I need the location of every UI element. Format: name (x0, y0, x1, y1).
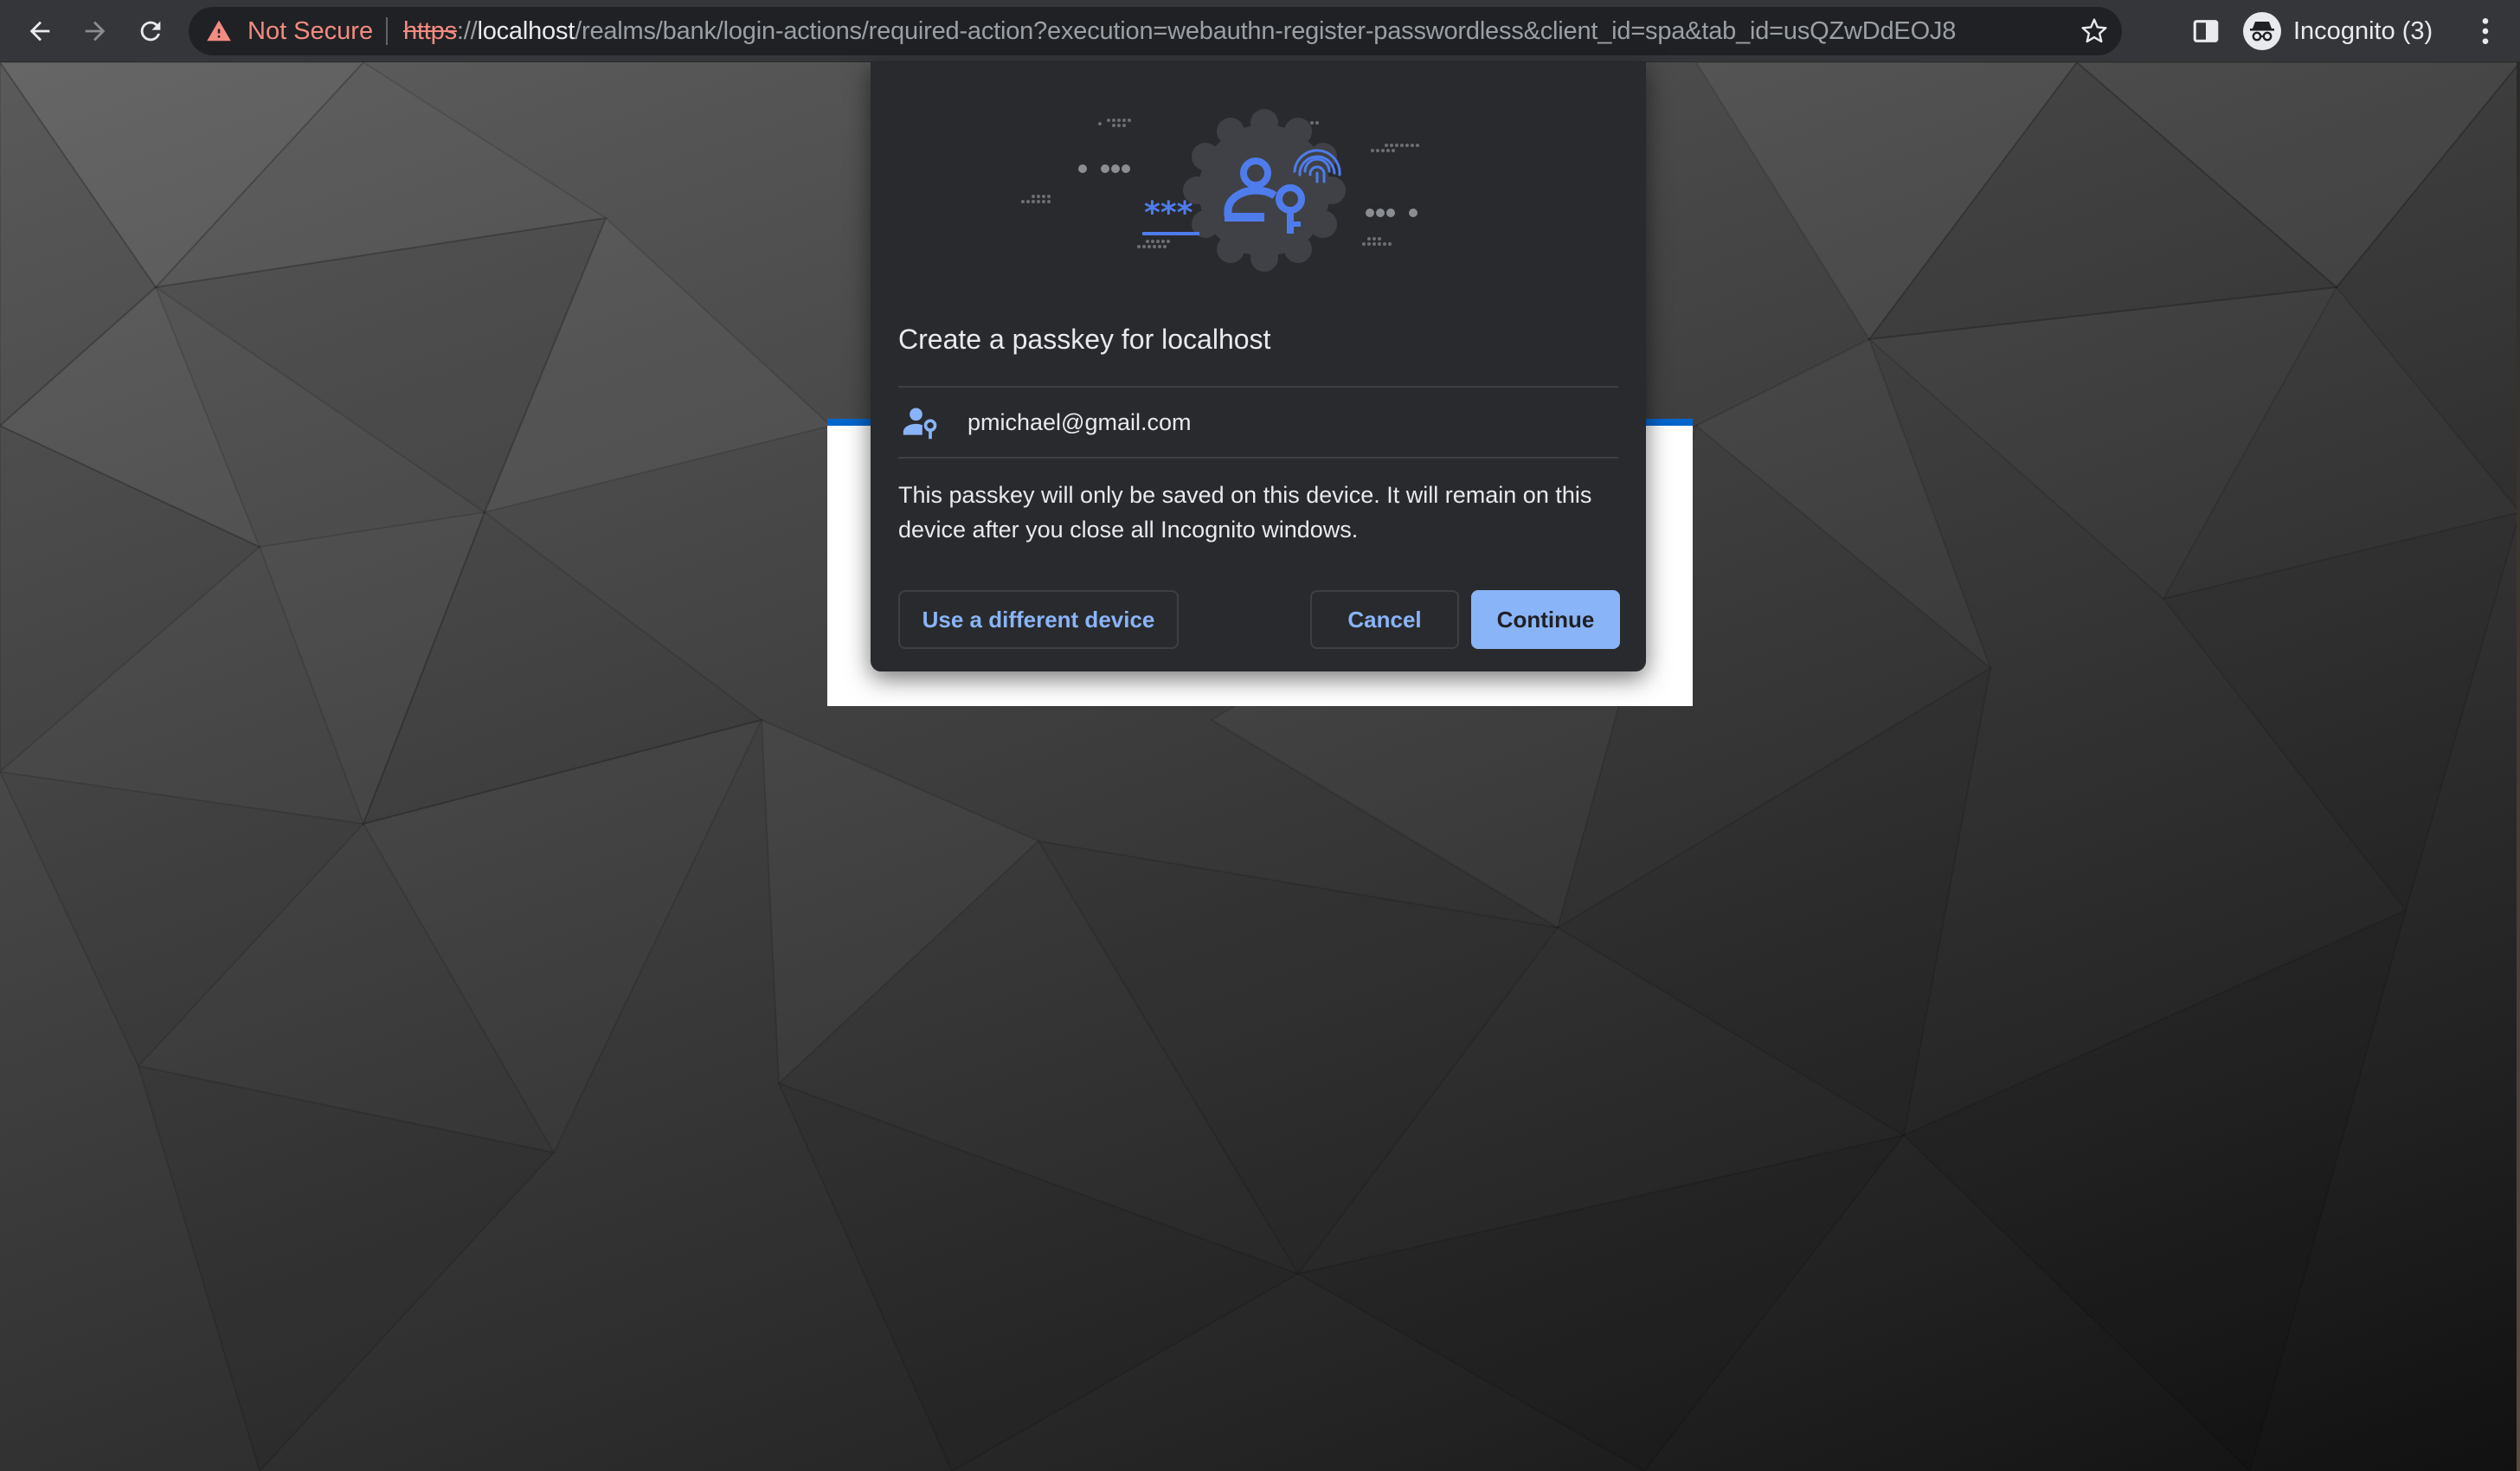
url-text[interactable]: https://localhost/realms/bank/login-acti… (403, 18, 1956, 44)
back-arrow-icon (29, 21, 50, 42)
window-edge (2517, 62, 2520, 1471)
url-separator: :// (456, 17, 478, 45)
profile-button[interactable]: Incognito (3) (2243, 9, 2442, 54)
passkey-account-icon (903, 408, 937, 440)
incognito-icon (2250, 22, 2274, 42)
divider-top (898, 386, 1618, 388)
url-path: /realms/bank/login-actions/required-acti… (575, 17, 1957, 45)
dialog-title: Create a passkey for localhost (898, 324, 1271, 355)
url-host: localhost (477, 17, 575, 45)
side-panel-icon[interactable] (2191, 16, 2221, 46)
profile-label: Incognito (3) (2293, 17, 2433, 45)
svg-text:***: *** (1144, 196, 1193, 231)
forward-arrow-icon (85, 21, 106, 42)
dialog-description: This passkey will only be saved on this … (898, 482, 1592, 543)
reload-button[interactable] (132, 12, 170, 50)
forward-button[interactable] (76, 12, 114, 50)
divider-bottom (898, 457, 1618, 459)
passkey-dialog: *** Create a passkey for localhost pmich… (871, 62, 1646, 671)
star-icon[interactable] (2080, 17, 2108, 45)
account-email: pmichael@gmail.com (968, 409, 1192, 435)
address-bar[interactable]: Not Secure https://localhost/realms/bank… (189, 7, 2122, 55)
security-status-label[interactable]: Not Secure (248, 18, 373, 44)
kebab-menu-icon[interactable] (2468, 14, 2503, 48)
cancel-button[interactable]: Cancel (1310, 590, 1459, 649)
omnibox-divider (386, 17, 388, 45)
passkey-illustration: *** (1021, 109, 1419, 272)
reload-icon (140, 21, 161, 42)
continue-button[interactable]: Continue (1471, 590, 1620, 649)
warning-icon[interactable] (206, 18, 232, 44)
url-scheme: https (403, 17, 457, 45)
use-different-device-button[interactable]: Use a different device (898, 590, 1179, 649)
incognito-avatar (2243, 12, 2281, 50)
browser-toolbar: Not Secure https://localhost/realms/bank… (0, 0, 2520, 62)
back-button[interactable] (21, 12, 59, 50)
